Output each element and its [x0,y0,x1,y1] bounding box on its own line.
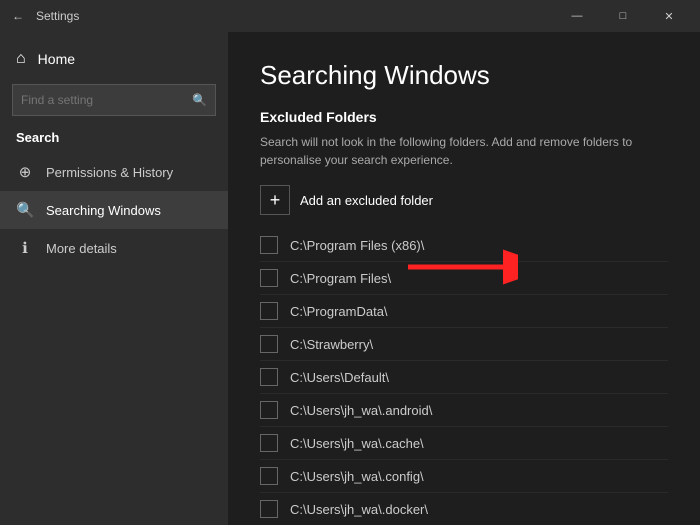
add-folder-label: Add an excluded folder [300,193,433,208]
sidebar-section-label: Search [0,126,228,153]
permissions-icon: ⊕ [16,163,34,181]
maximize-button[interactable]: □ [600,0,646,32]
search-icon: 🔍 [192,93,207,107]
search-box[interactable]: 🔍 [12,84,216,116]
folder-checkbox[interactable] [260,269,278,287]
folder-checkbox[interactable] [260,500,278,518]
sidebar-item-searching-label: Searching Windows [46,203,161,218]
more-details-icon: ℹ [16,239,34,257]
folder-checkbox[interactable] [260,467,278,485]
folder-path-label: C:\Program Files (x86)\ [290,238,424,253]
title-bar: ← Settings — □ ✕ [0,0,700,32]
sidebar-item-more-label: More details [46,241,117,256]
folder-checkbox[interactable] [260,434,278,452]
folder-path-label: C:\Program Files\ [290,271,391,286]
title-bar-left: ← Settings [8,6,79,26]
folder-list-item[interactable]: C:\Strawberry\ [260,328,668,361]
folder-checkbox[interactable] [260,302,278,320]
main-container: ⌂ Home 🔍 Search ⊕ Permissions & History … [0,32,700,525]
sidebar-item-permissions-label: Permissions & History [46,165,173,180]
folder-checkbox[interactable] [260,401,278,419]
folder-list-item[interactable]: C:\Program Files\ [260,262,668,295]
back-button[interactable]: ← [8,6,28,26]
search-input[interactable] [21,93,192,107]
content-area: Searching Windows Excluded Folders Searc… [228,32,700,525]
folder-path-label: C:\ProgramData\ [290,304,388,319]
folder-list-item[interactable]: C:\Users\jh_wa\.android\ [260,394,668,427]
folder-checkbox[interactable] [260,335,278,353]
sidebar-item-searching[interactable]: 🔍 Searching Windows [0,191,228,229]
home-icon: ⌂ [16,50,26,68]
close-button[interactable]: ✕ [646,0,692,32]
folder-path-label: C:\Users\jh_wa\.docker\ [290,502,428,517]
folder-list-item[interactable]: C:\Program Files (x86)\ [260,229,668,262]
section-description: Search will not look in the following fo… [260,133,640,169]
folder-checkbox[interactable] [260,368,278,386]
section-title: Excluded Folders [260,109,668,125]
folder-list-item[interactable]: C:\Users\Default\ [260,361,668,394]
folder-list-item[interactable]: C:\Users\jh_wa\.config\ [260,460,668,493]
minimize-button[interactable]: — [554,0,600,32]
page-title: Searching Windows [260,60,668,91]
sidebar-item-permissions[interactable]: ⊕ Permissions & History [0,153,228,191]
sidebar: ⌂ Home 🔍 Search ⊕ Permissions & History … [0,32,228,525]
folder-path-label: C:\Users\jh_wa\.android\ [290,403,432,418]
folder-path-label: C:\Users\Default\ [290,370,389,385]
folder-list: C:\Program Files (x86)\ C:\Program Files\… [260,229,668,525]
folder-list-item[interactable]: C:\ProgramData\ [260,295,668,328]
add-folder-plus-icon: + [260,185,290,215]
sidebar-home-label: Home [38,51,75,67]
folder-checkbox[interactable] [260,236,278,254]
searching-icon: 🔍 [16,201,34,219]
sidebar-item-more[interactable]: ℹ More details [0,229,228,267]
add-folder-button[interactable]: + Add an excluded folder [260,185,668,215]
title-bar-controls: — □ ✕ [554,0,692,32]
folder-path-label: C:\Strawberry\ [290,337,373,352]
folder-list-item[interactable]: C:\Users\jh_wa\.cache\ [260,427,668,460]
folder-path-label: C:\Users\jh_wa\.cache\ [290,436,424,451]
folder-list-item[interactable]: C:\Users\jh_wa\.docker\ [260,493,668,525]
sidebar-home-item[interactable]: ⌂ Home [0,40,228,78]
folder-path-label: C:\Users\jh_wa\.config\ [290,469,424,484]
title-bar-title: Settings [36,9,79,23]
